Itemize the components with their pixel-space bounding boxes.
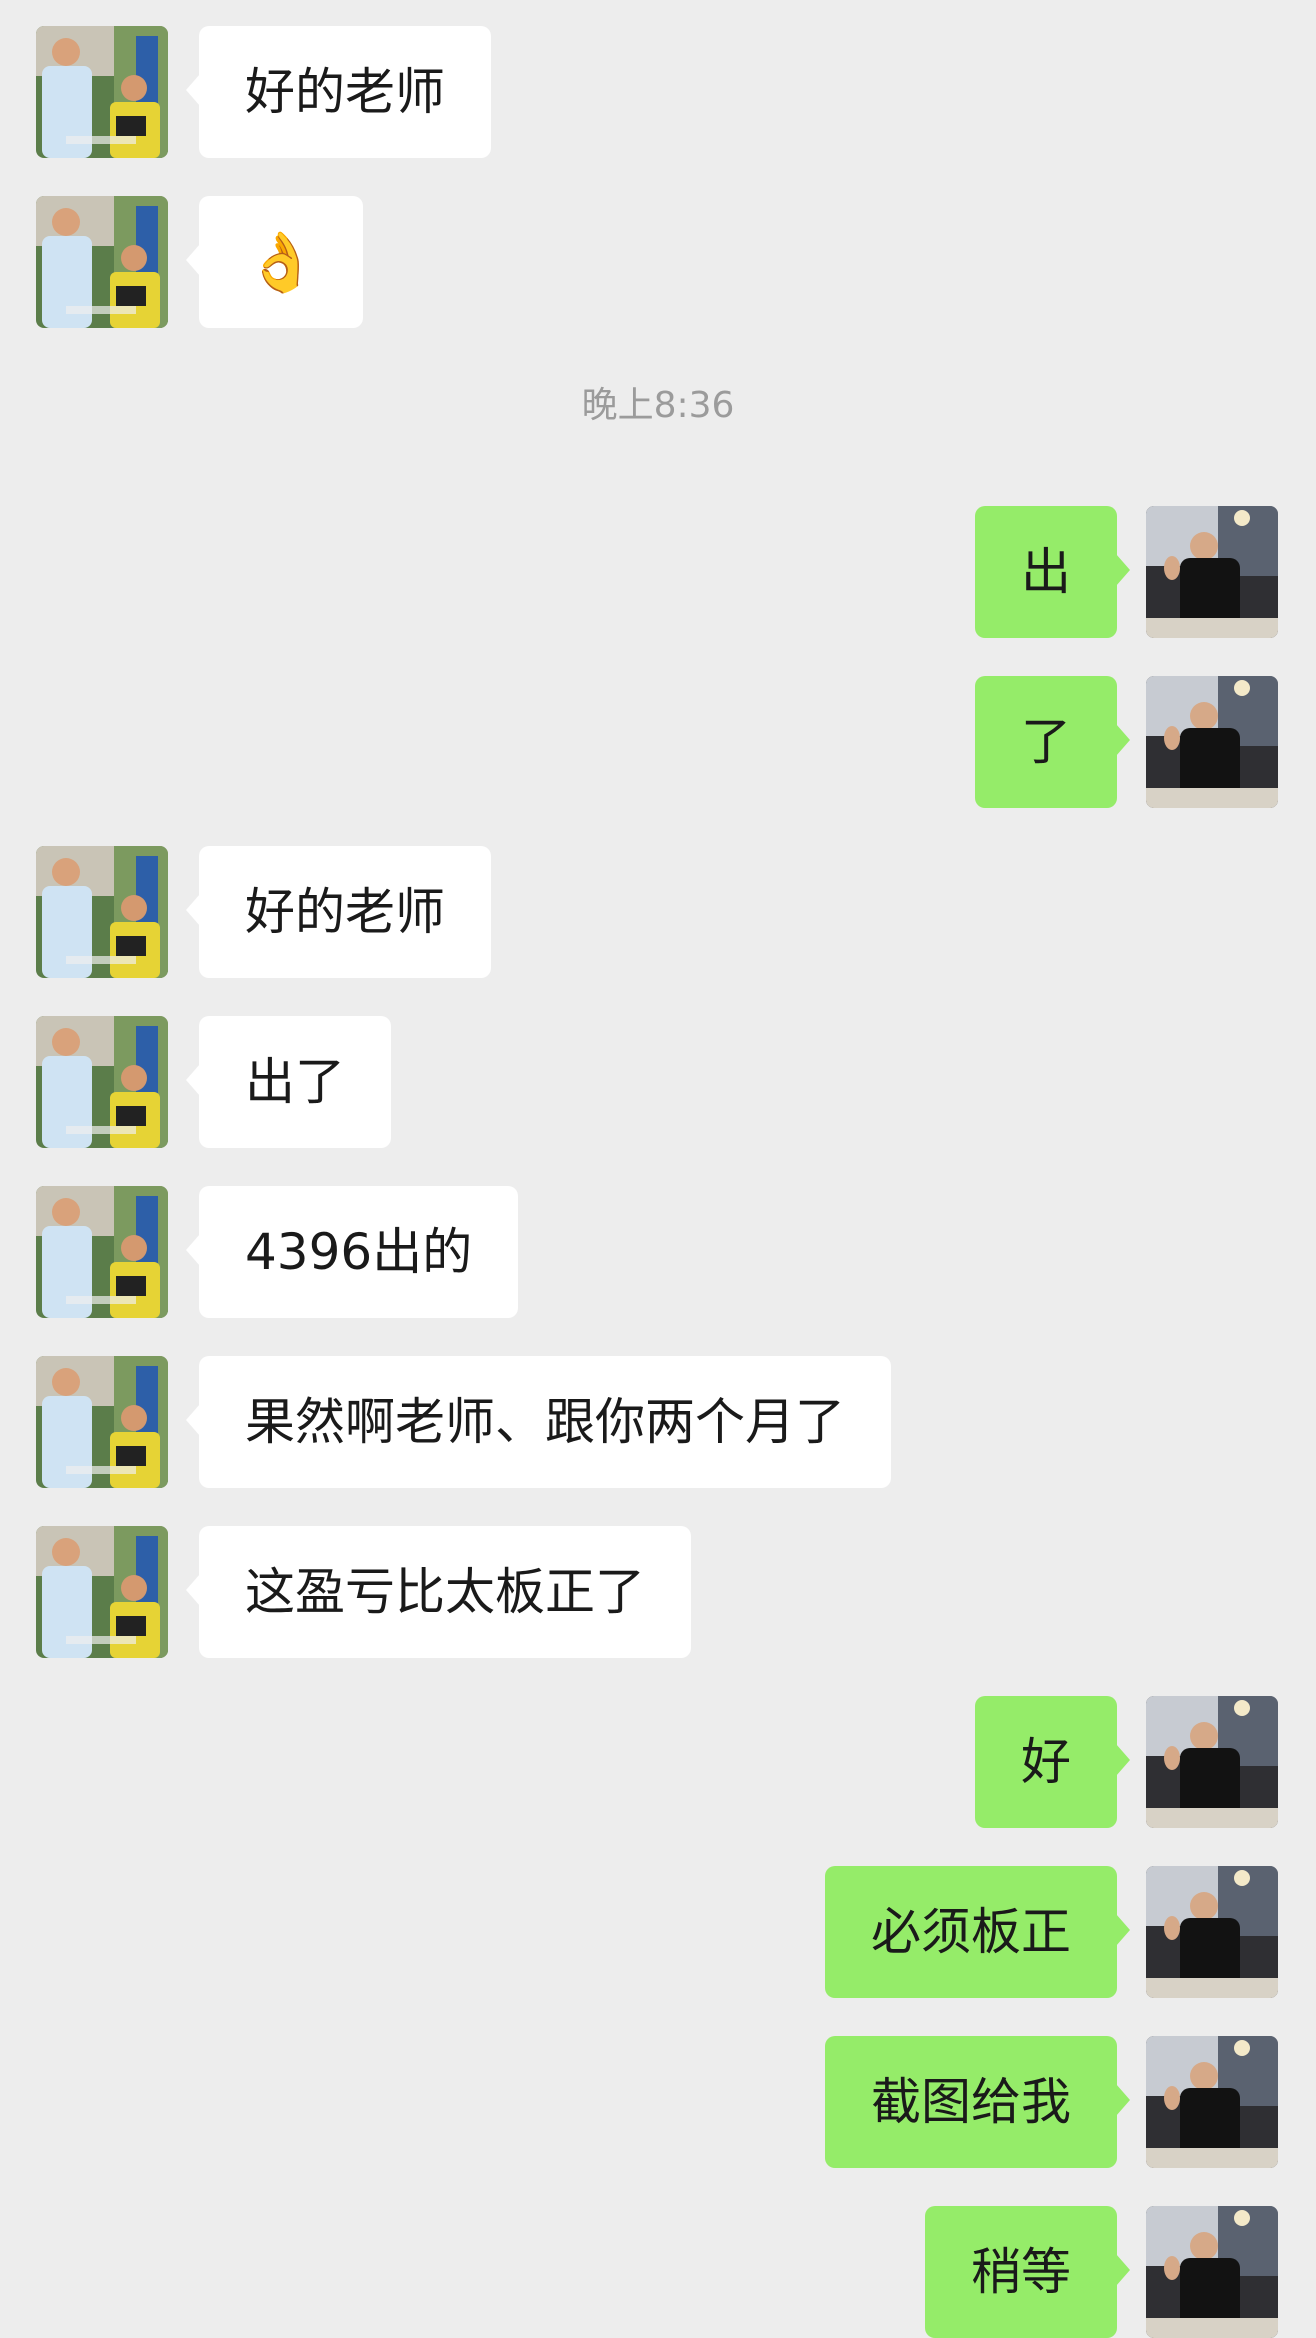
message-row: 4396出的 <box>0 1186 1316 1318</box>
my-avatar[interactable] <box>1146 676 1278 808</box>
outgoing-message-bubble[interactable]: 出 <box>975 506 1130 638</box>
my-avatar[interactable] <box>1146 2036 1278 2168</box>
message-row: 稍等 <box>0 2206 1316 2338</box>
outgoing-message-bubble[interactable]: 稍等 <box>925 2206 1130 2338</box>
incoming-message-bubble[interactable]: 果然啊老师、跟你两个月了 <box>186 1356 891 1488</box>
message-row: 截图给我 <box>0 2036 1316 2168</box>
contact-avatar[interactable] <box>36 1356 168 1488</box>
outgoing-message-bubble[interactable]: 必须板正 <box>825 1866 1130 1998</box>
message-row: 这盈亏比太板正了 <box>0 1526 1316 1658</box>
message-row: 果然啊老师、跟你两个月了 <box>0 1356 1316 1488</box>
incoming-message-bubble[interactable]: 出了 <box>186 1016 391 1148</box>
message-row: 好的老师 <box>0 846 1316 978</box>
incoming-message-bubble[interactable]: 这盈亏比太板正了 <box>186 1526 691 1658</box>
message-row: 了 <box>0 676 1316 808</box>
contact-avatar[interactable] <box>36 196 168 328</box>
contact-avatar[interactable] <box>36 1526 168 1658</box>
message-row: 👌 <box>0 196 1316 328</box>
message-row: 好 <box>0 1696 1316 1828</box>
my-avatar[interactable] <box>1146 1696 1278 1828</box>
message-row: 出了 <box>0 1016 1316 1148</box>
message-row: 必须板正 <box>0 1866 1316 1998</box>
incoming-message-bubble[interactable]: 👌 <box>185 196 364 328</box>
my-avatar[interactable] <box>1146 1866 1278 1998</box>
outgoing-message-bubble[interactable]: 了 <box>975 676 1130 808</box>
message-row: 出 <box>0 506 1316 638</box>
my-avatar[interactable] <box>1146 2206 1278 2338</box>
incoming-message-bubble[interactable]: 4396出的 <box>185 1186 519 1318</box>
outgoing-message-bubble[interactable]: 截图给我 <box>825 2036 1130 2168</box>
my-avatar[interactable] <box>1146 506 1278 638</box>
contact-avatar[interactable] <box>36 1186 168 1318</box>
contact-avatar[interactable] <box>36 846 168 978</box>
outgoing-message-bubble[interactable]: 好 <box>975 1696 1130 1828</box>
incoming-message-bubble[interactable]: 好的老师 <box>186 26 491 158</box>
contact-avatar[interactable] <box>36 26 168 158</box>
incoming-message-bubble[interactable]: 好的老师 <box>186 846 491 978</box>
contact-avatar[interactable] <box>36 1016 168 1148</box>
message-row: 好的老师 <box>0 26 1316 158</box>
chat-timestamp: 晚上8:36 <box>581 385 735 426</box>
